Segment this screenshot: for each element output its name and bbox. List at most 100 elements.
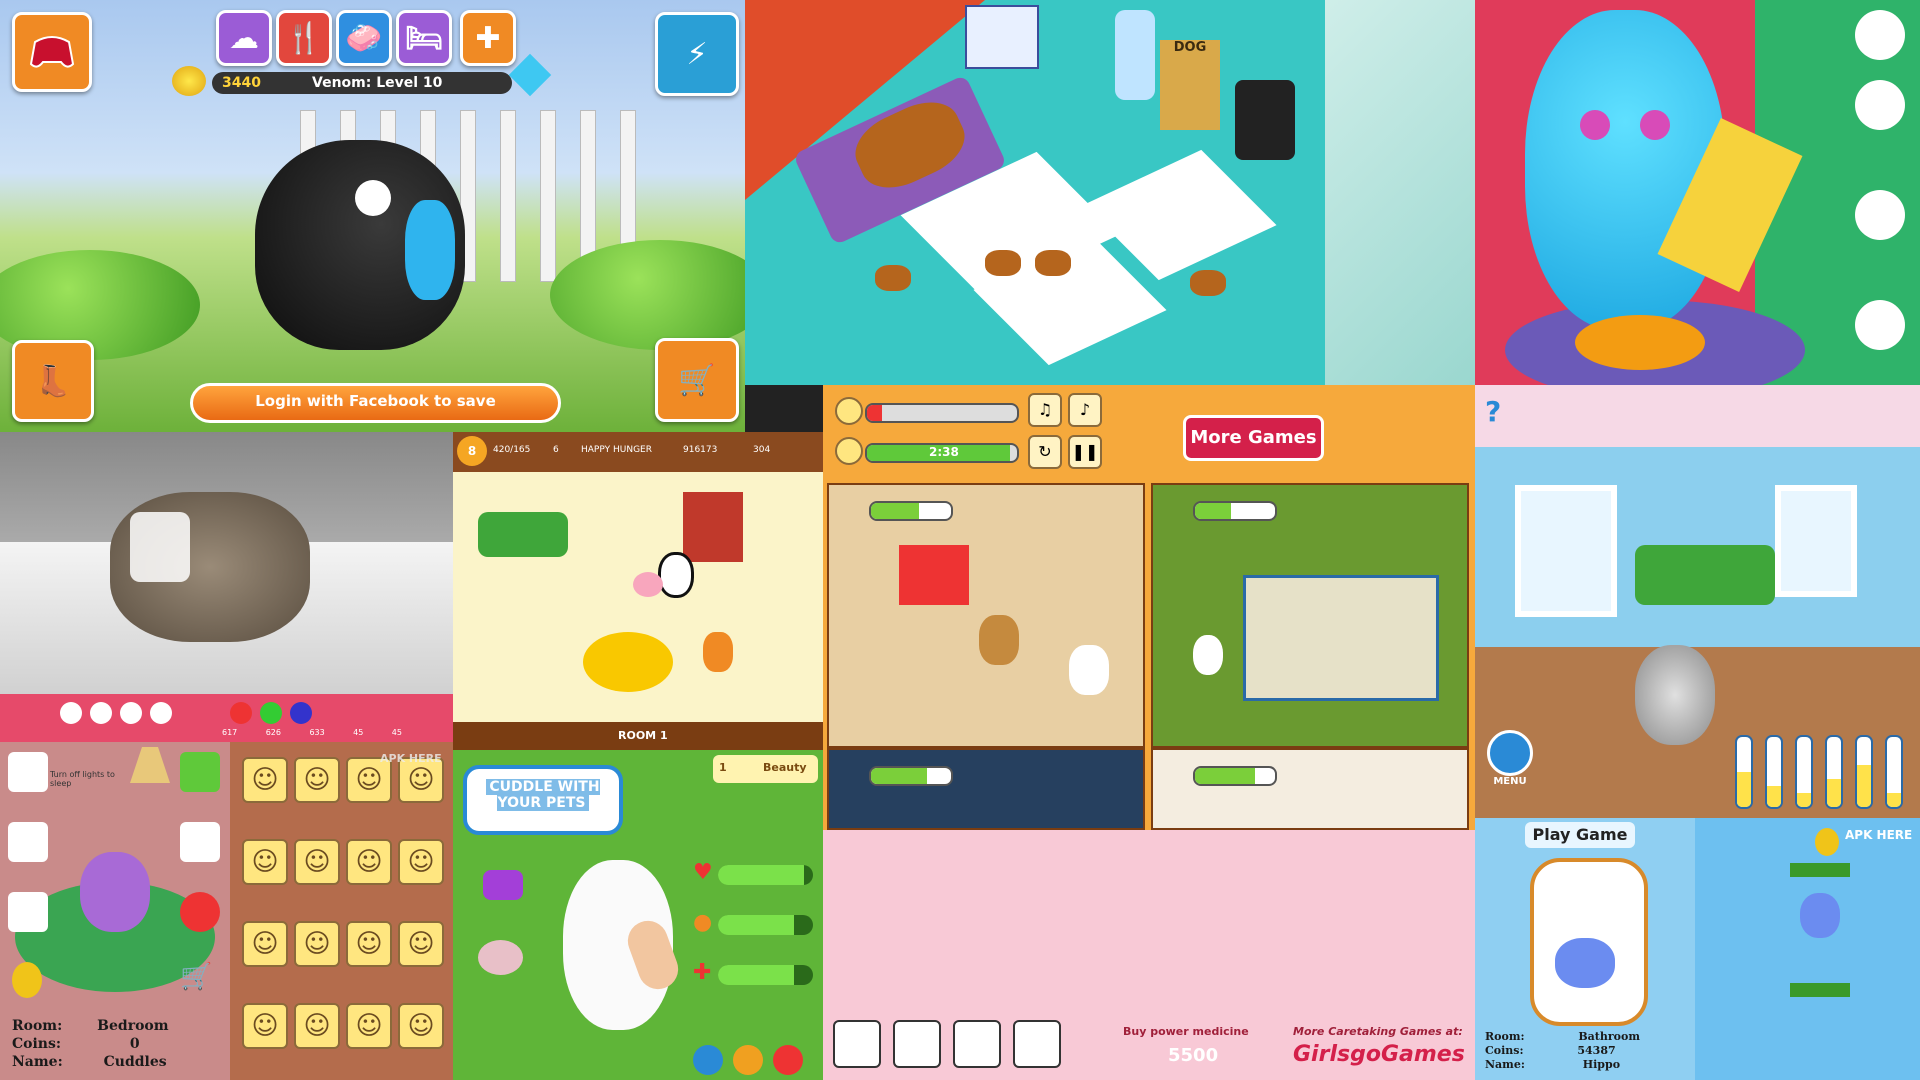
room-hamsters[interactable] xyxy=(1151,483,1469,748)
fox[interactable] xyxy=(703,632,733,672)
feed-button[interactable] xyxy=(733,1045,763,1075)
smiley-card[interactable]: ☺ xyxy=(294,757,340,803)
notes-button[interactable] xyxy=(1013,1020,1061,1068)
food-bowl[interactable] xyxy=(1575,315,1705,370)
gamepad-button[interactable] xyxy=(12,12,92,92)
room-dogs[interactable] xyxy=(827,483,1145,748)
boots-button[interactable]: 👢 xyxy=(12,340,94,422)
tool-button[interactable] xyxy=(90,702,112,724)
coin-icon xyxy=(172,66,206,96)
smiley-card[interactable]: ☺ xyxy=(346,921,392,967)
record-button[interactable] xyxy=(180,892,220,932)
monster-wing xyxy=(405,200,455,300)
rabbit[interactable] xyxy=(1193,635,1223,675)
puppy[interactable] xyxy=(1190,270,1226,296)
venom-monster[interactable] xyxy=(255,140,465,350)
chat-button[interactable] xyxy=(180,822,220,862)
heal-button[interactable]: ✚ xyxy=(460,10,516,66)
cone-collar xyxy=(130,512,190,582)
brain-button[interactable]: ☁ xyxy=(216,10,272,66)
food-dish[interactable] xyxy=(478,940,523,975)
dog[interactable] xyxy=(1069,645,1109,695)
tool-button[interactable] xyxy=(120,702,142,724)
kitten[interactable] xyxy=(1635,645,1715,745)
wash-button[interactable]: 🧼 xyxy=(336,10,392,66)
heal-button[interactable] xyxy=(773,1045,803,1075)
smiley-card[interactable]: ☺ xyxy=(398,839,444,885)
dog[interactable] xyxy=(979,615,1019,665)
shop-cart-button[interactable]: 🛒 xyxy=(180,962,220,1002)
room-turtles[interactable] xyxy=(827,748,1145,830)
shampoo-button[interactable] xyxy=(693,1045,723,1075)
smiley-card[interactable]: ☺ xyxy=(242,1003,288,1049)
lamp[interactable] xyxy=(130,747,170,783)
counter-value: 617 xyxy=(222,728,238,737)
tool-button[interactable] xyxy=(60,702,82,724)
hippo[interactable] xyxy=(1555,938,1615,988)
hippo-bathroom-tile: Play Game Room: Bathroom Coins: 54387 Na… xyxy=(1475,818,1920,1080)
food-slot[interactable] xyxy=(1855,10,1905,60)
room-cats[interactable] xyxy=(1151,748,1469,830)
next-room-button[interactable] xyxy=(180,752,220,792)
smiley-card[interactable]: ☺ xyxy=(294,921,340,967)
game-button[interactable] xyxy=(8,892,48,932)
color-button[interactable] xyxy=(260,702,282,724)
sofa[interactable] xyxy=(1635,545,1775,605)
sleep-button[interactable]: 🛏 xyxy=(396,10,452,66)
smiley-card[interactable]: ☺ xyxy=(346,839,392,885)
fireplace[interactable] xyxy=(683,492,743,562)
tv-button[interactable] xyxy=(833,1020,881,1068)
feed-button[interactable]: 🍴 xyxy=(276,10,332,66)
name-label: Name: xyxy=(12,1054,63,1070)
smiley-card[interactable]: ☺ xyxy=(242,921,288,967)
toilet-button[interactable] xyxy=(8,752,48,792)
phone-button[interactable] xyxy=(953,1020,1001,1068)
food-slot[interactable] xyxy=(1855,300,1905,350)
smiley-card[interactable]: ☺ xyxy=(242,839,288,885)
color-button[interactable] xyxy=(230,702,252,724)
food-slot[interactable] xyxy=(1855,80,1905,130)
food-slot[interactable] xyxy=(1855,190,1905,240)
panda[interactable] xyxy=(658,552,694,598)
tool-button[interactable] xyxy=(150,702,172,724)
more-games-button[interactable]: More Games xyxy=(1183,415,1324,461)
brand-link[interactable]: GirlsgoGames xyxy=(1293,1042,1465,1067)
sofa[interactable] xyxy=(478,512,568,557)
plus-icon: ✚ xyxy=(693,960,712,985)
speech-bubble: CUDDLE WITH YOUR PETS xyxy=(463,765,623,835)
smiley-card[interactable]: ☺ xyxy=(294,839,340,885)
music-button[interactable]: ♫ xyxy=(1028,393,1062,427)
cart-button[interactable] xyxy=(893,1020,941,1068)
sound-button[interactable]: ♪ xyxy=(1068,393,1102,427)
jumping-hippo[interactable] xyxy=(1800,893,1840,938)
puppy[interactable] xyxy=(875,265,911,291)
pet-health-bar xyxy=(869,766,953,786)
blue-puppy[interactable] xyxy=(1525,10,1725,330)
bush xyxy=(550,240,745,350)
food-bag-label: DOG xyxy=(1173,40,1207,55)
facebook-login-button[interactable]: Login with Facebook to save xyxy=(190,383,561,423)
shoe-toy[interactable] xyxy=(483,870,523,900)
help-button[interactable]: ? xyxy=(1485,395,1501,428)
menu-label: MENU xyxy=(1493,776,1527,787)
pause-button[interactable]: ❚❚ xyxy=(1068,435,1102,469)
smiley-card[interactable]: ☺ xyxy=(398,921,444,967)
menu-button[interactable]: MENU xyxy=(1485,730,1535,790)
shop-button[interactable]: 🛒 xyxy=(655,338,739,422)
room-label: Room: xyxy=(1485,1030,1525,1043)
cuddles-pet[interactable] xyxy=(80,852,150,932)
pig[interactable] xyxy=(633,572,663,597)
restart-button[interactable]: ↻ xyxy=(1028,435,1062,469)
smiley-card[interactable]: ☺ xyxy=(398,1003,444,1049)
play-game-button[interactable]: Play Game xyxy=(1525,822,1635,848)
coin-icon xyxy=(12,962,42,998)
smiley-card[interactable]: ☺ xyxy=(242,757,288,803)
color-button[interactable] xyxy=(290,702,312,724)
puppy[interactable] xyxy=(1035,250,1071,276)
smiley-card[interactable]: ☺ xyxy=(346,1003,392,1049)
smiley-card[interactable]: ☺ xyxy=(294,1003,340,1049)
battle-button[interactable]: ⚡ xyxy=(655,12,739,96)
room-label: Room: xyxy=(12,1018,63,1034)
shower-button[interactable] xyxy=(8,822,48,862)
puppy[interactable] xyxy=(985,250,1021,276)
